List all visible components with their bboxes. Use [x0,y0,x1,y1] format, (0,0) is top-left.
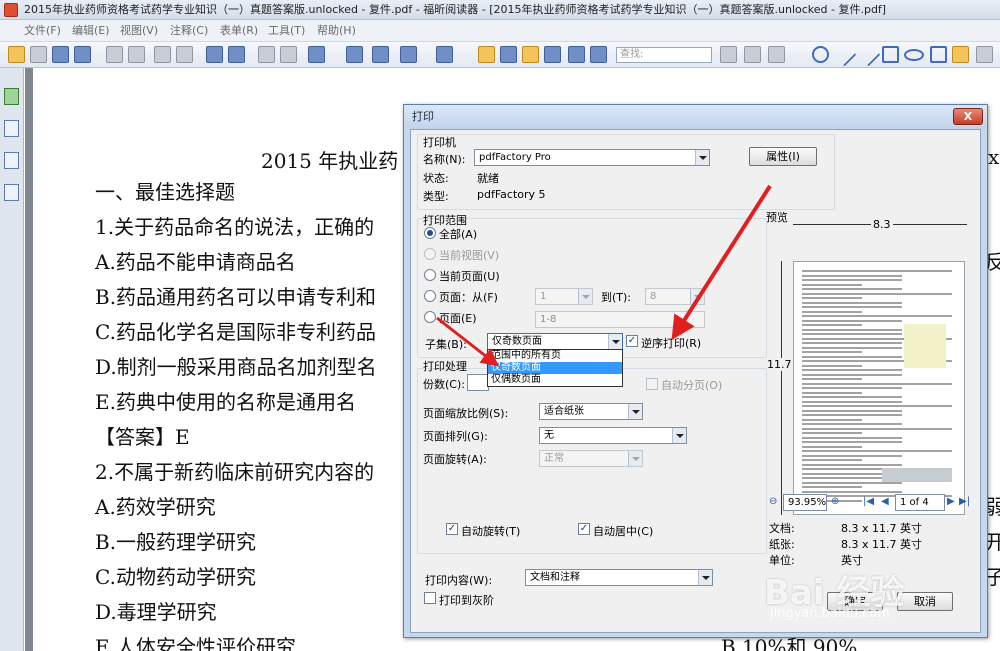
arrow-to-reverse-print [671,184,772,341]
annotation-arrows [436,184,772,367]
baidu-watermark-url: jingyan.baidu.com [770,606,890,621]
arrow-to-odd-pages [436,316,500,367]
